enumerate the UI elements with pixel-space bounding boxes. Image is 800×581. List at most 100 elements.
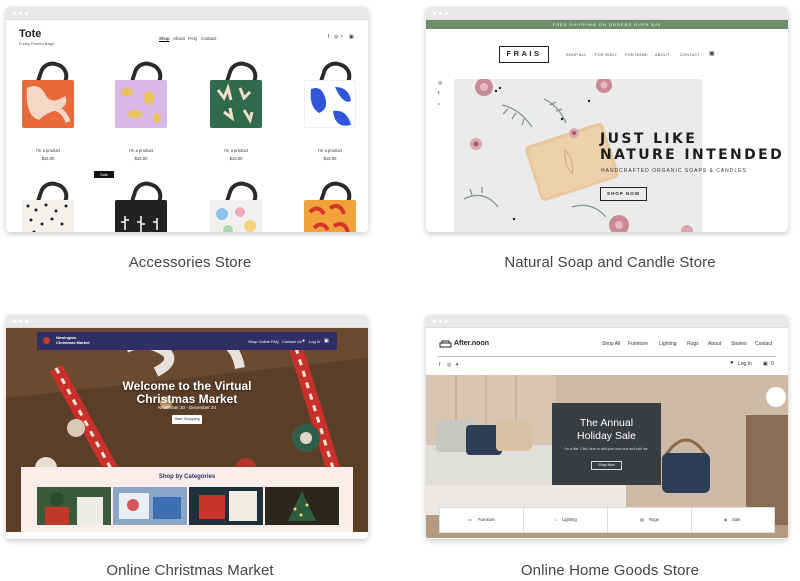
window-dot (13, 12, 16, 15)
category-sale: Sale (732, 517, 741, 522)
category-tile (265, 487, 339, 525)
product-price: $15.00 (41, 156, 55, 161)
category-tile (189, 487, 263, 525)
product-image (210, 80, 262, 128)
tile-image (119, 493, 181, 519)
hero-headline: Christmas Market (136, 392, 238, 406)
bag-pattern (216, 207, 256, 232)
template-card-christmas-market[interactable]: Newington Christmas Market Shop Online F… (0, 308, 380, 581)
template-caption[interactable]: Natural Soap and Candle Store (420, 254, 800, 271)
facebook-icon: f (438, 91, 440, 97)
pinterest-icon: ᵖ (438, 102, 440, 108)
site-logo: Tote (19, 28, 42, 40)
product-name: I'm a product (128, 148, 154, 153)
product-image (115, 80, 167, 128)
category-lighting: Lighting (562, 517, 577, 522)
window-dot (19, 12, 22, 15)
cart-icon: ▣ (324, 338, 329, 344)
product-image (304, 80, 356, 128)
browser-chrome (426, 315, 788, 328)
user-icon: ● (730, 360, 734, 366)
template-preview[interactable]: FREE SHIPPING ON ORDERS OVER $40 FRAIS S… (426, 7, 788, 232)
tag-icon: ◈ (724, 517, 728, 522)
nav-shop: Shop (159, 36, 170, 41)
facebook-icon: f (328, 34, 330, 40)
window-dot (433, 320, 436, 323)
promo-box (552, 403, 661, 485)
start-shopping-button: Start Shopping (172, 415, 202, 424)
bag-pattern (26, 203, 68, 232)
category-divider (523, 507, 524, 533)
browser-chrome (6, 315, 368, 328)
nav-log-in: Log In (309, 339, 321, 344)
instagram-icon: ◎ (438, 80, 443, 86)
promo-subtext: I'm a title. Click here to add your own … (564, 447, 649, 451)
template-preview[interactable]: Newington Christmas Market Shop Online F… (6, 315, 368, 539)
cart-icon: ▣ (763, 361, 768, 367)
lamp-icon: ⌂ (554, 517, 557, 522)
bag-pattern (121, 216, 158, 232)
promo-headline: Holiday Sale (577, 430, 636, 442)
nav-contact-us: Contact Us (282, 339, 302, 344)
nav-faq: FAQ (271, 339, 280, 344)
window-dot (433, 12, 436, 15)
twitter-icon: ✦ (455, 362, 460, 368)
sofa-logo-icon (439, 340, 452, 348)
template-card-home-goods[interactable]: After.noon Shop All Furniture Lighting R… (420, 308, 800, 581)
template-preview[interactable]: Tote Funky Printed Bags Shop About FAQ C… (6, 7, 368, 232)
shipping-banner: FREE SHIPPING ON ORDERS OVER $40 (426, 20, 788, 29)
cart-icon: ▣ (709, 51, 715, 57)
cart-count: 0 (771, 361, 774, 367)
nav-for-home: FOR HOME (625, 53, 648, 57)
user-icon: ● (302, 338, 306, 344)
bag-pattern (310, 87, 351, 126)
nav-shop-all: SHOP ALL (566, 53, 587, 57)
product-price: $15.00 (134, 156, 148, 161)
product-price: $15.00 (323, 156, 337, 161)
bag-pattern (121, 88, 161, 123)
shop-now-button: Shop Now (591, 461, 622, 470)
template-card-accessories[interactable]: Tote Funky Printed Bags Shop About FAQ C… (0, 0, 380, 290)
product-image (22, 80, 74, 128)
product-name: I'm a product (35, 148, 61, 153)
facebook-icon: f (439, 362, 441, 368)
nav-furniture: Furniture (628, 341, 649, 347)
hero-headline: NATURE INTENDED (600, 147, 785, 163)
header-divider (438, 356, 776, 357)
brand-line: Christmas Market (56, 340, 90, 345)
promo-headline: The Annual (579, 417, 634, 429)
window-dot (439, 320, 442, 323)
cart-icon: ▣ (349, 34, 354, 40)
template-preview[interactable]: After.noon Shop All Furniture Lighting R… (426, 315, 788, 539)
template-caption[interactable]: Online Home Goods Store (420, 562, 800, 579)
window-dot (445, 12, 448, 15)
window-dot (445, 320, 448, 323)
tile-image (45, 492, 103, 525)
window-dot (19, 320, 22, 323)
pinterest-icon: ᵖ (341, 34, 343, 40)
hero-subheadline: HANDCRAFTED ORGANIC SOAPS & CANDLES (601, 168, 747, 174)
instagram-icon: ◎ (447, 362, 452, 368)
template-caption[interactable]: Accessories Store (0, 254, 380, 271)
window-dot (25, 320, 28, 323)
nav-contact: Contact (201, 36, 217, 41)
nav-about: ABOUT (655, 53, 670, 57)
product-price: $15.00 (229, 156, 243, 161)
template-card-soap-candle[interactable]: FREE SHIPPING ON ORDERS OVER $40 FRAIS S… (420, 0, 800, 290)
categories-title: Shop by Categories (158, 474, 216, 480)
nav-for-body: FOR BODY (595, 53, 618, 57)
product-name: I'm a product (317, 148, 343, 153)
template-caption[interactable]: Online Christmas Market (0, 562, 380, 579)
window-dot (439, 12, 442, 15)
hero-headline: JUST LIKE (600, 131, 698, 147)
product-image (304, 200, 356, 232)
tile-image (288, 491, 316, 521)
market-logo-icon (43, 337, 50, 344)
nav-shop-all: Shop All (602, 341, 621, 347)
login-link: Log In (738, 361, 752, 367)
browser-chrome (426, 7, 788, 20)
tile-image (199, 491, 257, 521)
nav-lighting: Lighting (659, 341, 677, 347)
nav-faq: FAQ (188, 36, 198, 41)
sale-badge: Sale (94, 171, 115, 178)
